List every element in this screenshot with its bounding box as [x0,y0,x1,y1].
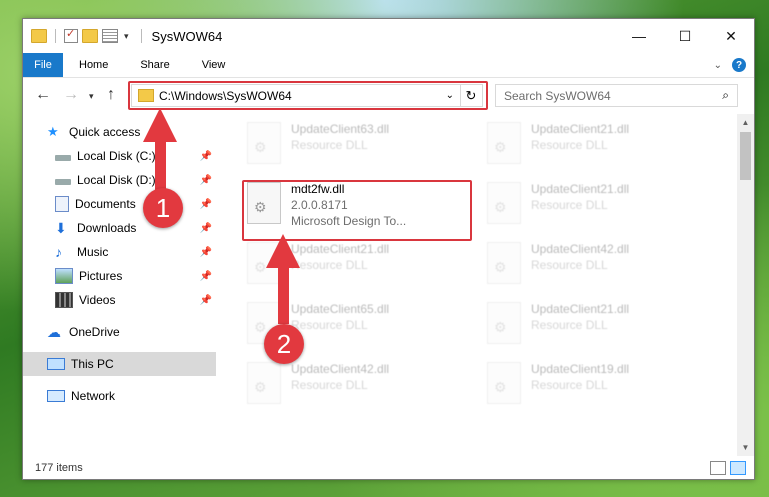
annotation-arrows [143,108,300,324]
step-2-marker: 2 [264,324,304,364]
arrow-2-shaft [278,262,289,324]
arrow-1-head [143,108,177,142]
arrow-2-head [266,234,300,268]
step-1-marker: 1 [143,188,183,228]
